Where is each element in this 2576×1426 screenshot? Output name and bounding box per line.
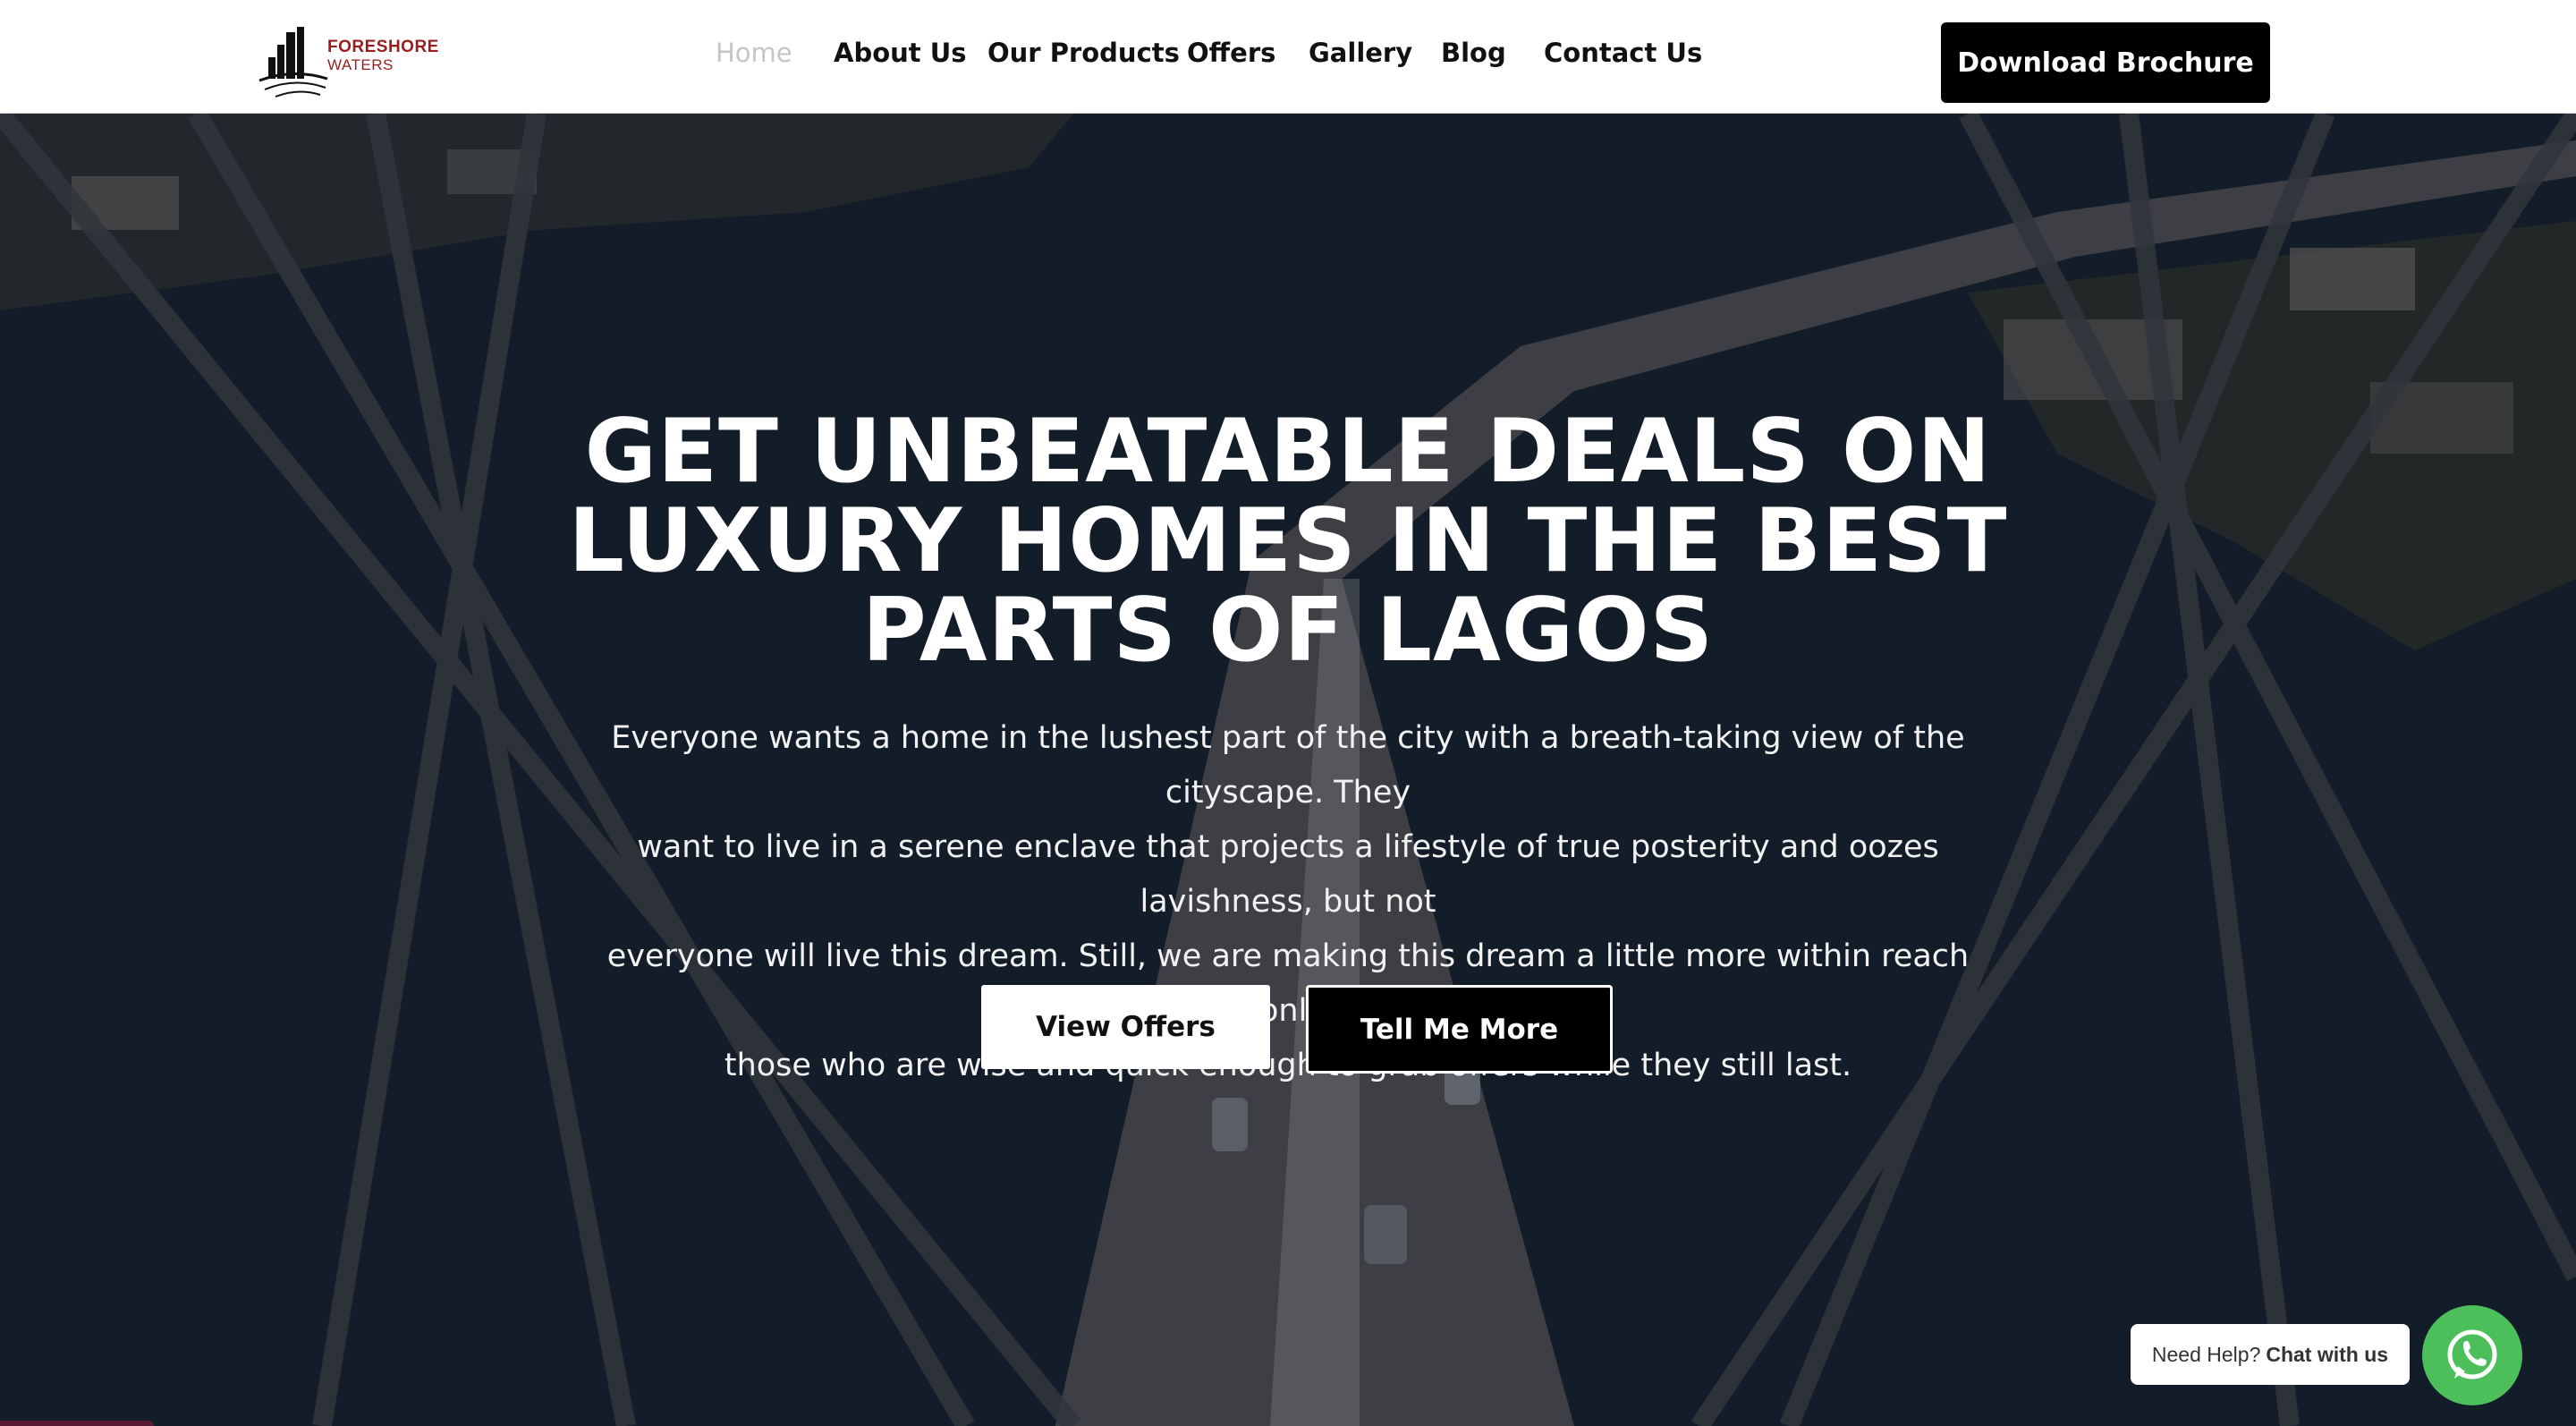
nav-our-products[interactable]: Our Products <box>987 38 1180 68</box>
brand-name-line2: WATERS <box>327 56 394 73</box>
brand-logo[interactable]: FORESHORE WATERS <box>258 25 438 98</box>
description-line: want to live in a serene enclave that pr… <box>637 829 1939 920</box>
download-brochure-button[interactable]: Download Brochure <box>1941 22 2270 103</box>
nav-home[interactable]: Home <box>716 38 792 68</box>
headline-line: PARTS OF LAGOS <box>861 580 1715 682</box>
nav-offers[interactable]: Offers <box>1187 38 1275 68</box>
whatsapp-chat-button[interactable] <box>2422 1305 2522 1405</box>
chat-help-pill[interactable]: Need Help? Chat with us <box>2131 1324 2410 1385</box>
nav-contact-us[interactable]: Contact Us <box>1544 38 1702 68</box>
nav-gallery[interactable]: Gallery <box>1309 38 1412 68</box>
tell-me-more-button[interactable]: Tell Me More <box>1306 985 1613 1074</box>
chat-help-action: Chat with us <box>2266 1342 2389 1366</box>
chat-help-prefix: Need Help? <box>2151 1342 2261 1366</box>
headline-line: LUXURY HOMES IN THE BEST <box>568 490 2008 592</box>
whatsapp-icon <box>2447 1329 2497 1379</box>
hero-section: GET UNBEATABLE DEALS ON LUXURY HOMES IN … <box>0 114 2576 1426</box>
nav-about-us[interactable]: About Us <box>834 38 967 68</box>
building-logo-icon <box>258 27 328 98</box>
site-header: FORESHORE WATERS Home About Us Our Produ… <box>0 0 2576 114</box>
bottom-edge-tab[interactable] <box>0 1421 154 1426</box>
description-line: Everyone wants a home in the lushest par… <box>611 720 1965 811</box>
hero-headline: GET UNBEATABLE DEALS ON LUXURY HOMES IN … <box>483 407 2093 675</box>
description-line: everyone will live this dream. Still, we… <box>606 938 1970 1029</box>
headline-line: GET UNBEATABLE DEALS ON <box>584 401 1992 503</box>
hero-description: Everyone wants a home in the lushest par… <box>590 711 1986 1093</box>
description-line: those who are wise and quick enough to g… <box>724 1048 1852 1083</box>
nav-blog[interactable]: Blog <box>1441 38 1506 68</box>
brand-name-line1: FORESHORE <box>327 38 439 56</box>
view-offers-button[interactable]: View Offers <box>981 985 1270 1069</box>
